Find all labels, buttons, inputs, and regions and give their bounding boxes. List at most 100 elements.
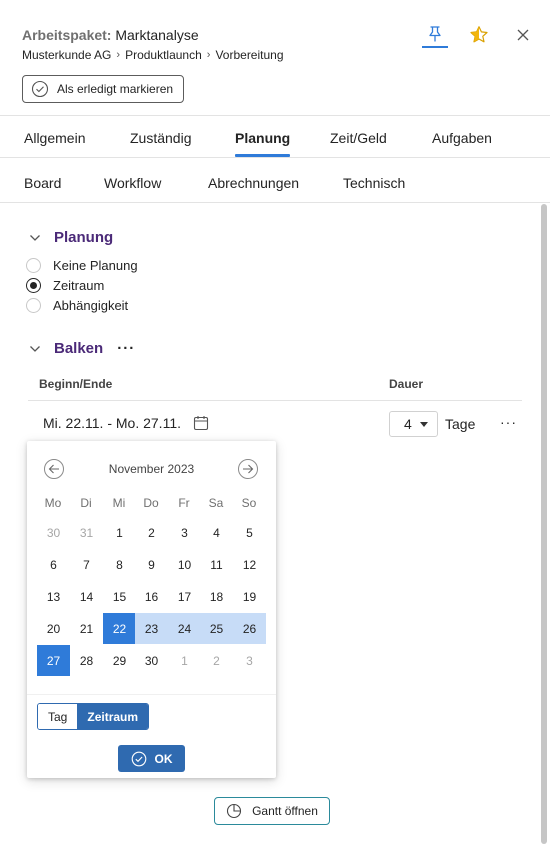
calendar-day-in-range[interactable]: 23 <box>135 613 168 644</box>
tab-technisch[interactable]: Technisch <box>343 175 405 191</box>
radio-button[interactable] <box>26 258 41 273</box>
calendar-day-in-range[interactable]: 25 <box>200 613 233 644</box>
calendar-day[interactable]: 14 <box>70 581 103 612</box>
weekday-label: So <box>241 496 257 510</box>
pin-button[interactable] <box>422 22 448 48</box>
ok-label: OK <box>154 751 173 766</box>
calendar-day-in-range[interactable]: 24 <box>168 613 201 644</box>
calendar-day[interactable]: 8 <box>103 549 136 580</box>
secondary-tabs: Board Workflow Abrechnungen Technisch <box>0 158 550 203</box>
mark-done-label: Als erledigt markieren <box>57 82 174 96</box>
calendar-day-in-range[interactable]: 26 <box>233 613 266 644</box>
mode-range-button[interactable]: Zeitraum <box>77 704 149 729</box>
calendar-day[interactable]: 11 <box>200 549 233 580</box>
check-circle-icon <box>131 751 146 766</box>
tab-zeit-geld[interactable]: Zeit/Geld <box>330 130 387 146</box>
weekday-label: Mi <box>112 496 126 510</box>
tab-abrechnungen[interactable]: Abrechnungen <box>208 175 299 191</box>
mode-toggle: Tag Zeitraum <box>37 703 150 730</box>
balken-section-header: Balken ··· <box>28 340 135 357</box>
breadcrumb-item[interactable]: Produktlaunch <box>125 48 202 62</box>
weekday-label: Do <box>143 496 159 510</box>
calendar-day[interactable]: 5 <box>233 517 266 548</box>
duration-unit: Tage <box>445 416 476 432</box>
title-key: Arbeitspaket: <box>22 27 112 43</box>
tab-board[interactable]: Board <box>24 175 61 191</box>
radio-zeitraum[interactable]: Zeitraum <box>26 278 104 293</box>
chevron-right-icon: › <box>206 49 211 61</box>
calendar-day[interactable]: 1 <box>168 645 201 676</box>
pin-icon <box>429 26 441 42</box>
radio-keine-planung[interactable]: Keine Planung <box>26 258 138 273</box>
calendar-day[interactable]: 12 <box>233 549 266 580</box>
calendar-day[interactable]: 29 <box>103 645 136 676</box>
calendar-day[interactable]: 16 <box>135 581 168 612</box>
caret-down-icon <box>420 421 428 427</box>
calendar-day[interactable]: 17 <box>168 581 201 612</box>
calendar-day[interactable]: 31 <box>70 517 103 548</box>
mode-day-button[interactable]: Tag <box>38 704 78 729</box>
calendar-day[interactable]: 20 <box>37 613 70 644</box>
radio-button[interactable] <box>26 298 41 313</box>
calendar-day[interactable]: 28 <box>70 645 103 676</box>
breadcrumb: Musterkunde AG › Produktlaunch › Vorbere… <box>22 48 284 62</box>
tab-planung[interactable]: Planung <box>235 130 291 157</box>
calendar-day[interactable]: 2 <box>135 517 168 548</box>
radio-abhaengigkeit[interactable]: Abhängigkeit <box>26 298 128 313</box>
calendar-day[interactable]: 1 <box>103 517 136 548</box>
divider <box>28 400 522 401</box>
tab-allgemein[interactable]: Allgemein <box>24 130 85 146</box>
calendar-day[interactable]: 7 <box>70 549 103 580</box>
tab-zustaendig[interactable]: Zuständig <box>130 130 191 146</box>
next-month-button[interactable] <box>238 459 258 479</box>
calendar-day[interactable]: 19 <box>233 581 266 612</box>
favorite-button[interactable] <box>466 22 492 48</box>
weekday-label: Fr <box>178 496 190 510</box>
divider <box>27 694 276 695</box>
calendar-day[interactable]: 10 <box>168 549 201 580</box>
chevron-down-icon[interactable] <box>28 342 42 356</box>
pie-chart-icon <box>227 803 242 819</box>
calendar-day[interactable]: 2 <box>200 645 233 676</box>
chevron-down-icon[interactable] <box>28 231 42 245</box>
calendar-day[interactable]: 30 <box>37 517 70 548</box>
column-header-begin-end: Beginn/Ende <box>39 377 113 391</box>
weekday-label: Mo <box>44 496 62 510</box>
radio-button-selected[interactable] <box>26 278 41 293</box>
row-more-icon[interactable]: ··· <box>500 414 517 430</box>
gantt-label: Gantt öffnen <box>252 804 318 818</box>
mark-done-button[interactable]: Als erledigt markieren <box>22 75 185 103</box>
planung-title: Planung <box>54 229 114 246</box>
ok-button[interactable]: OK <box>118 745 185 772</box>
calendar-day[interactable]: 3 <box>233 645 266 676</box>
breadcrumb-item[interactable]: Musterkunde AG <box>22 48 111 62</box>
close-button[interactable] <box>510 22 536 48</box>
header-actions <box>422 22 536 48</box>
date-range-field[interactable]: Mi. 22.11. - Mo. 27.11. <box>43 415 209 431</box>
calendar-icon <box>193 416 209 431</box>
calendar-day-selected[interactable]: 22 <box>103 613 136 644</box>
primary-tabs: Allgemein Zuständig Planung Zeit/Geld Au… <box>0 115 550 158</box>
open-gantt-button[interactable]: Gantt öffnen <box>214 797 330 825</box>
calendar-day[interactable]: 15 <box>103 581 136 612</box>
calendar-day[interactable]: 3 <box>168 517 201 548</box>
page-title: Arbeitspaket: Marktanalyse <box>22 27 199 43</box>
tab-workflow[interactable]: Workflow <box>104 175 161 191</box>
calendar-day[interactable]: 4 <box>200 517 233 548</box>
balken-title: Balken <box>54 340 104 357</box>
tab-aufgaben[interactable]: Aufgaben <box>432 130 492 146</box>
date-picker-popup: November 2023 Mo Di Mi Do Fr Sa So 30 31 1 2 3 4 5 6 7 8… <box>27 441 276 778</box>
calendar-day-selected[interactable]: 27 <box>37 645 70 676</box>
calendar-day[interactable]: 21 <box>70 613 103 644</box>
more-icon[interactable]: ··· <box>117 340 135 357</box>
calendar-day[interactable]: 13 <box>37 581 70 612</box>
scrollbar[interactable] <box>541 204 547 844</box>
chevron-right-icon: › <box>116 49 121 61</box>
calendar-day[interactable]: 30 <box>135 645 168 676</box>
breadcrumb-item[interactable]: Vorbereitung <box>215 48 283 62</box>
calendar-day[interactable]: 9 <box>135 549 168 580</box>
planung-section-header: Planung <box>28 229 113 246</box>
calendar-day[interactable]: 18 <box>200 581 233 612</box>
calendar-day[interactable]: 6 <box>37 549 70 580</box>
duration-select[interactable]: 4 <box>389 411 438 437</box>
